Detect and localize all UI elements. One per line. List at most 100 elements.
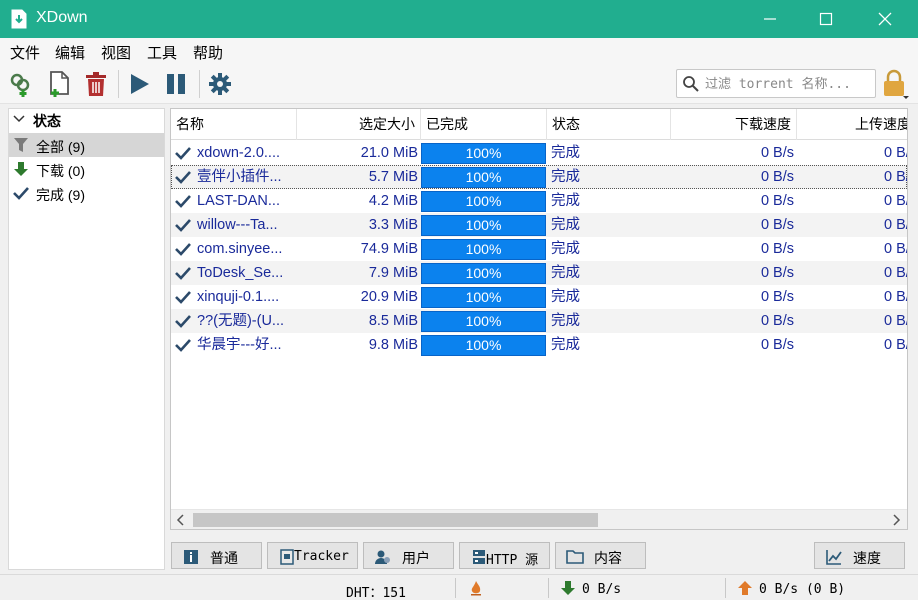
menu-help[interactable]: 帮助 bbox=[193, 42, 223, 63]
scrollbar-thumb[interactable] bbox=[193, 513, 598, 527]
tab-content[interactable]: 内容 bbox=[555, 542, 646, 569]
lock-button[interactable] bbox=[882, 68, 910, 100]
minimize-icon bbox=[764, 18, 776, 20]
download-speed-cell: 0 B/s bbox=[760, 289, 794, 305]
column-header-up-speed[interactable]: 上传速度 bbox=[797, 109, 907, 140]
torrent-status: 完成 bbox=[551, 265, 580, 281]
menu-edit[interactable]: 编辑 bbox=[55, 42, 85, 63]
sidebar-header[interactable]: 状态 bbox=[9, 109, 164, 131]
table-header: 名称 选定大小 已完成 状态 下载速度 上传速度 bbox=[171, 109, 907, 140]
status-separator bbox=[725, 578, 726, 598]
tab-peers[interactable]: 用户 bbox=[363, 542, 454, 569]
torrent-size: 4.2 MiB bbox=[368, 193, 418, 209]
scroll-right-icon[interactable] bbox=[891, 514, 901, 526]
trash-icon bbox=[86, 72, 106, 96]
progress-bar: 100% bbox=[421, 335, 546, 356]
torrent-name: com.sinyee... bbox=[197, 241, 283, 257]
table-row[interactable]: ??(无题)-(U... 8.5 MiB 100% 完成 0 B/s 0 B/s bbox=[171, 309, 907, 333]
sidebar-item-all[interactable]: 全部 (9) bbox=[9, 133, 164, 157]
torrent-size: 74.9 MiB bbox=[360, 241, 418, 257]
table-row[interactable]: com.sinyee... 74.9 MiB 100% 完成 0 B/s 0 B/s bbox=[171, 237, 907, 261]
column-header-status[interactable]: 状态 bbox=[547, 109, 671, 140]
add-file-button[interactable] bbox=[46, 70, 74, 98]
scroll-left-icon[interactable] bbox=[176, 514, 186, 526]
download-arrow-icon bbox=[14, 162, 28, 176]
tab-label: 速度 bbox=[853, 550, 881, 566]
column-header-size[interactable]: 选定大小 bbox=[297, 109, 421, 140]
table-row[interactable]: ToDesk_Se... 7.9 MiB 100% 完成 0 B/s 0 B/s bbox=[171, 261, 907, 285]
tab-label: HTTP 源 bbox=[486, 553, 539, 568]
torrent-size: 21.0 MiB bbox=[360, 145, 418, 161]
row-status-check bbox=[175, 141, 193, 165]
pause-button[interactable] bbox=[162, 70, 190, 98]
sidebar-item-completed[interactable]: 完成 (9) bbox=[9, 181, 164, 205]
menu-file[interactable]: 文件 bbox=[10, 42, 40, 63]
tab-http-sources[interactable]: HTTP 源 bbox=[459, 542, 550, 569]
tab-general[interactable]: 普通 bbox=[171, 542, 262, 569]
window-title: XDown bbox=[36, 9, 88, 26]
filter-search-box[interactable] bbox=[676, 69, 876, 98]
sidebar-item-label: 完成 (9) bbox=[36, 187, 85, 203]
torrent-name: ToDesk_Se... bbox=[197, 265, 284, 281]
tab-tracker[interactable]: Tracker bbox=[267, 542, 358, 569]
upload-speed-cell: 0 B/s bbox=[884, 241, 907, 257]
close-button[interactable] bbox=[856, 0, 914, 38]
resume-button[interactable] bbox=[125, 70, 153, 98]
table-row[interactable]: willow---Ta... 3.3 MiB 100% 完成 0 B/s 0 B/s bbox=[171, 213, 907, 237]
delete-button[interactable] bbox=[82, 70, 110, 98]
tab-speed[interactable]: 速度 bbox=[814, 542, 905, 569]
torrent-status: 完成 bbox=[551, 145, 580, 161]
add-link-button[interactable] bbox=[8, 70, 36, 98]
menu-view[interactable]: 视图 bbox=[101, 42, 131, 63]
filter-search-input[interactable] bbox=[705, 74, 871, 94]
maximize-button[interactable] bbox=[797, 0, 855, 38]
torrent-size: 8.5 MiB bbox=[368, 313, 418, 329]
row-status-check bbox=[175, 333, 193, 357]
torrent-size: 5.7 MiB bbox=[368, 169, 418, 185]
progress-label: 100% bbox=[465, 217, 502, 233]
tab-label: Tracker bbox=[294, 549, 349, 564]
column-header-done[interactable]: 已完成 bbox=[421, 109, 547, 140]
torrent-name: 壹伴小插件... bbox=[197, 169, 282, 185]
progress-bar: 100% bbox=[421, 215, 546, 236]
table-row[interactable]: 壹伴小插件... 5.7 MiB 100% 完成 0 B/s 0 B/s bbox=[171, 165, 907, 189]
column-header-down-speed[interactable]: 下载速度 bbox=[671, 109, 797, 140]
minimize-button[interactable] bbox=[741, 0, 799, 38]
download-speed-cell: 0 B/s bbox=[760, 313, 794, 329]
menu-tools[interactable]: 工具 bbox=[147, 42, 177, 63]
download-speed-cell: 0 B/s bbox=[760, 337, 794, 353]
upload-speed-cell: 0 B/s bbox=[884, 169, 907, 185]
status-bar: DHT：151 0 B/s 0 B/s (0 B) bbox=[0, 574, 918, 600]
dht-node-count: DHT：151 bbox=[346, 586, 406, 600]
check-icon bbox=[13, 187, 29, 200]
upload-speed-cell: 0 B/s bbox=[884, 145, 907, 161]
settings-button[interactable] bbox=[206, 70, 234, 98]
close-icon bbox=[878, 12, 892, 26]
row-status-check bbox=[175, 309, 193, 333]
table-row[interactable]: 华晨宇---好... 9.8 MiB 100% 完成 0 B/s 0 B/s bbox=[171, 333, 907, 357]
download-speed-cell: 0 B/s bbox=[760, 265, 794, 281]
download-speed-cell: 0 B/s bbox=[760, 217, 794, 233]
toolbar-separator bbox=[199, 70, 200, 98]
status-separator bbox=[548, 578, 549, 598]
progress-bar: 100% bbox=[421, 287, 546, 308]
upload-speed-cell: 0 B/s bbox=[884, 193, 907, 209]
table-row[interactable]: xinquji-0.1.... 20.9 MiB 100% 完成 0 B/s 0 B/s bbox=[171, 285, 907, 309]
lock-icon bbox=[884, 69, 909, 99]
torrent-size: 9.8 MiB bbox=[368, 337, 418, 353]
folder-icon bbox=[566, 550, 584, 564]
progress-bar: 100% bbox=[421, 143, 546, 164]
row-status-check bbox=[175, 189, 193, 213]
column-header-name[interactable]: 名称 bbox=[171, 109, 297, 140]
table-row[interactable]: LAST-DAN... 4.2 MiB 100% 完成 0 B/s 0 B/s bbox=[171, 189, 907, 213]
table-row[interactable]: xdown-2.0.... 21.0 MiB 100% 完成 0 B/s 0 B/s bbox=[171, 141, 907, 165]
torrent-status: 完成 bbox=[551, 169, 580, 185]
torrent-size: 20.9 MiB bbox=[360, 289, 418, 305]
speed-chart-icon bbox=[826, 550, 842, 565]
sidebar-item-downloading[interactable]: 下载 (0) bbox=[9, 157, 164, 181]
add-file-icon bbox=[50, 71, 69, 97]
horizontal-scrollbar[interactable] bbox=[171, 509, 907, 529]
flame-icon[interactable] bbox=[469, 580, 483, 596]
progress-label: 100% bbox=[465, 193, 502, 209]
sidebar-header-label: 状态 bbox=[33, 113, 61, 129]
